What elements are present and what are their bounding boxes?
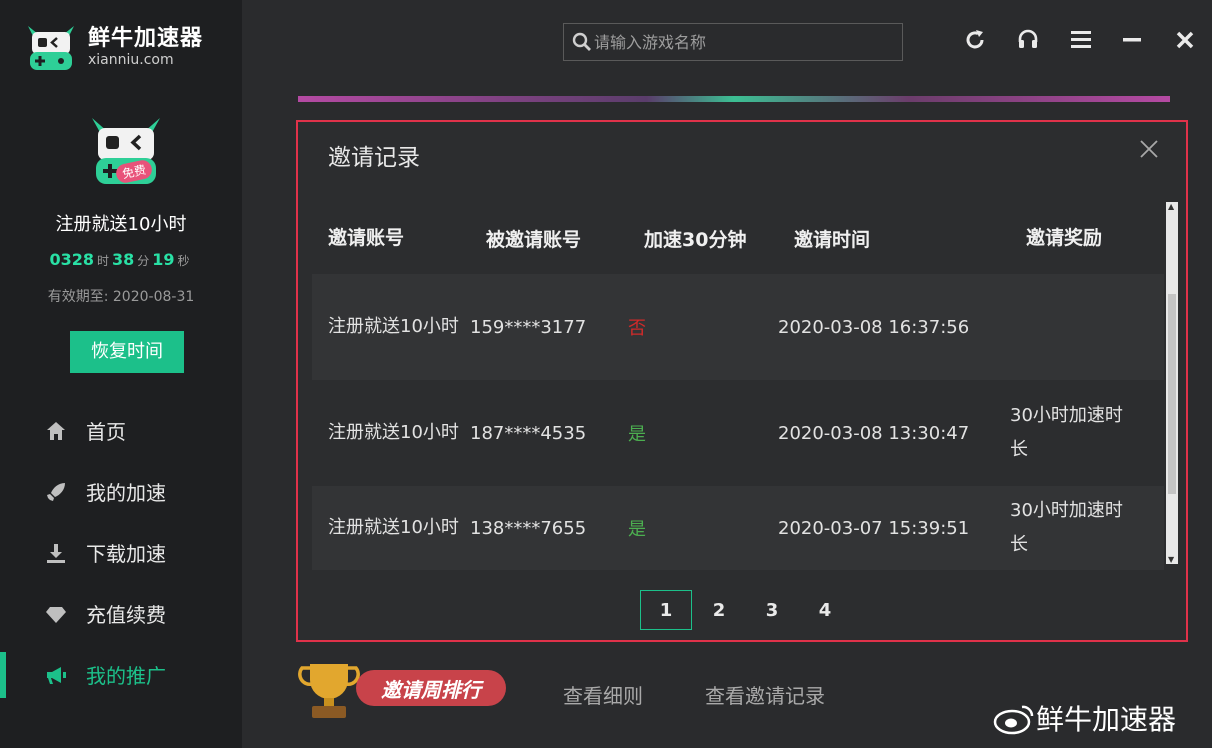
support-button[interactable] [1013, 26, 1043, 54]
headset-icon [1018, 29, 1038, 48]
speed-cell: 是 [628, 519, 646, 540]
view-rules-link[interactable]: 查看细则 [563, 680, 643, 709]
trophy-icon [298, 664, 360, 718]
restore-time-button[interactable]: 恢复时间 [70, 331, 184, 373]
close-window-button[interactable] [1170, 26, 1200, 54]
invitee-cell: 138****7655 [470, 517, 587, 539]
watermark: 鲜牛加速器 [992, 698, 1176, 738]
speed-cell: 否 [628, 318, 646, 339]
home-icon [44, 419, 68, 443]
sidebar: 鲜牛加速器 xianniu.com 免费 注册就送10小时 0328 时 38 分 19… [0, 0, 242, 748]
app-name: 鲜牛加速器 [88, 26, 204, 51]
page-button-1[interactable]: 1 [640, 590, 692, 630]
weibo-icon [993, 705, 1034, 735]
sidebar-item-label: 下载加速 [86, 542, 166, 566]
view-invite-records-link[interactable]: 查看邀请记录 [705, 680, 825, 709]
time-seconds-unit: 秒 [177, 254, 190, 268]
cow-logo-icon [28, 26, 74, 70]
time-seconds: 19 [152, 250, 175, 269]
sidebar-item-home[interactable]: 首页 [0, 400, 242, 461]
table-row: 注册就送10小时 138****7655 是 2020-03-07 15:39:… [312, 486, 1164, 570]
promo-text: 注册就送10小时 [55, 214, 187, 235]
weekly-rank-button[interactable]: 邀请周排行 [298, 660, 510, 718]
sidebar-item-label: 首页 [86, 420, 126, 444]
rocket-icon [44, 480, 68, 504]
column-header: 被邀请账号 [486, 228, 582, 251]
brand: 鲜牛加速器 xianniu.com [24, 20, 203, 74]
inviter-cell: 注册就送10小时 [328, 517, 459, 538]
remaining-time: 0328 时 38 分 19 秒 [0, 250, 242, 269]
watermark-text: 鲜牛加速器 [1036, 703, 1177, 736]
refresh-icon [966, 30, 984, 49]
page-button-3[interactable]: 3 [746, 590, 798, 630]
reward-cell: 30小时加速时长 [1010, 500, 1123, 555]
table-header: 邀请账号 被邀请账号 加速30分钟 邀请时间 邀请奖励 [312, 202, 1164, 274]
sidebar-item-recharge[interactable]: 充值续费 [0, 583, 242, 644]
time-minutes: 38 [111, 250, 135, 269]
pagination: 1 2 3 4 [640, 590, 852, 630]
game-search [563, 23, 903, 61]
close-icon [1176, 31, 1194, 49]
scroll-down-arrow-icon[interactable]: ▼ [1168, 555, 1174, 564]
menu-button[interactable] [1066, 26, 1096, 54]
expire-date: 有效期至: 2020-08-31 [47, 289, 195, 305]
table-row: 注册就送10小时 187****4535 是 2020-03-08 13:30:… [312, 380, 1164, 486]
app-domain: xianniu.com [88, 52, 174, 68]
time-hours: 0328 [49, 250, 94, 269]
time-cell: 2020-03-08 16:37:56 [778, 316, 970, 338]
time-cell: 2020-03-07 15:39:51 [778, 517, 970, 539]
reward-cell: 30小时加速时长 [1010, 405, 1123, 460]
page-button-2[interactable]: 2 [693, 590, 745, 630]
invitee-cell: 159****3177 [470, 316, 587, 338]
page-button-4[interactable]: 4 [799, 590, 851, 630]
banner-strip [298, 96, 1170, 102]
column-header: 加速30分钟 [644, 228, 747, 251]
sidebar-item-label: 我的加速 [86, 481, 166, 505]
diamond-icon [44, 602, 68, 626]
time-cell: 2020-03-08 13:30:47 [778, 422, 970, 444]
weekly-rank-label: 邀请周排行 [356, 670, 506, 706]
invite-records-dialog: 邀请记录 邀请账号 被邀请账号 加速30分钟 邀请时间 邀请奖励 注册就送10小… [296, 120, 1188, 642]
scroll-thumb[interactable] [1168, 294, 1176, 494]
sidebar-item-download-speed[interactable]: 下载加速 [0, 522, 242, 583]
time-hours-unit: 时 [96, 254, 109, 268]
invitee-cell: 187****4535 [470, 422, 587, 444]
table-row: 注册就送10小时 159****3177 否 2020-03-08 16:37:… [312, 274, 1164, 380]
download-icon [44, 541, 68, 565]
refresh-button[interactable] [960, 26, 990, 54]
minimize-icon [1123, 38, 1141, 42]
dialog-close-icon[interactable] [1138, 138, 1160, 160]
table-scrollbar[interactable]: ▲ ▼ [1166, 202, 1178, 564]
column-header: 邀请奖励 [1026, 227, 1103, 249]
sidebar-item-label: 我的推广 [86, 664, 166, 688]
cow-avatar-icon [92, 118, 160, 184]
column-header: 邀请时间 [794, 228, 871, 251]
sidebar-item-my-promotion[interactable]: 我的推广 [0, 644, 242, 705]
inviter-cell: 注册就送10小时 [328, 422, 459, 443]
sidebar-item-label: 充值续费 [86, 603, 166, 627]
search-input[interactable] [592, 31, 886, 53]
menu-icon [1071, 31, 1091, 48]
speed-cell: 是 [628, 424, 646, 445]
scroll-up-arrow-icon[interactable]: ▲ [1168, 202, 1174, 211]
sidebar-nav: 首页 我的加速 下载加速 充值续费 我的推广 [0, 400, 242, 705]
invite-records-table: 邀请账号 被邀请账号 加速30分钟 邀请时间 邀请奖励 注册就送10小时 159… [312, 202, 1164, 570]
megaphone-icon [44, 663, 68, 687]
search-icon [572, 32, 591, 51]
time-minutes-unit: 分 [137, 254, 150, 268]
sidebar-item-my-speed[interactable]: 我的加速 [0, 461, 242, 522]
column-header: 邀请账号 [328, 227, 405, 249]
inviter-cell: 注册就送10小时 [328, 316, 459, 337]
avatar: 免费 [86, 108, 176, 198]
dialog-title: 邀请记录 [328, 145, 420, 171]
minimize-button[interactable] [1117, 26, 1147, 54]
